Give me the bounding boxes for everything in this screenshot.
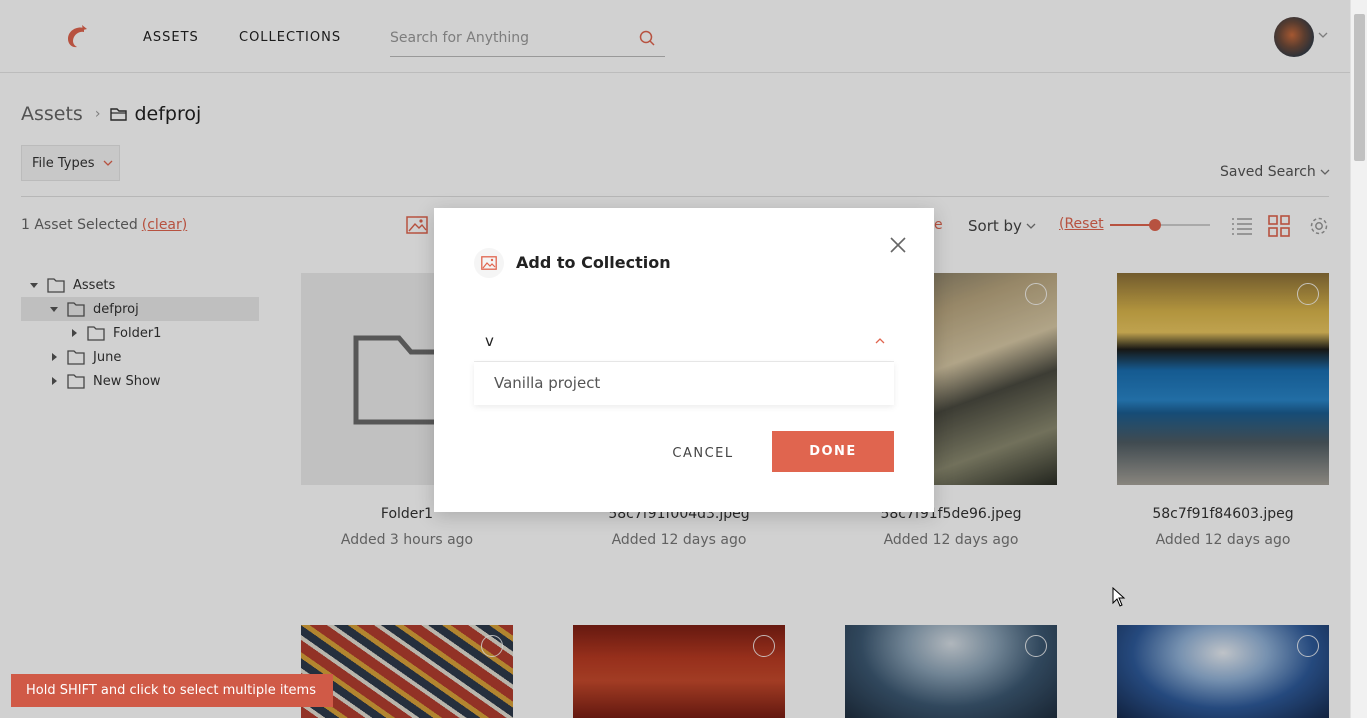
modal-title: Add to Collection (516, 253, 671, 272)
collection-combobox[interactable] (474, 320, 894, 362)
chevron-up-icon[interactable] (875, 336, 885, 346)
image-icon (481, 256, 497, 270)
modal-icon (474, 248, 504, 278)
collection-dropdown: Vanilla project (474, 362, 894, 405)
scrollbar-thumb[interactable] (1354, 14, 1365, 161)
add-to-collection-dialog: Add to Collection Vanilla project CANCEL… (434, 208, 934, 512)
page-scrollbar[interactable] (1350, 0, 1367, 718)
mouse-cursor-icon (1112, 587, 1126, 607)
cancel-button[interactable]: CANCEL (664, 433, 742, 473)
close-icon[interactable] (889, 236, 907, 254)
hint-toast: Hold SHIFT and click to select multiple … (11, 674, 333, 707)
dropdown-option[interactable]: Vanilla project (474, 362, 894, 405)
collection-search-input[interactable] (474, 320, 854, 362)
done-button[interactable]: DONE (772, 431, 894, 472)
